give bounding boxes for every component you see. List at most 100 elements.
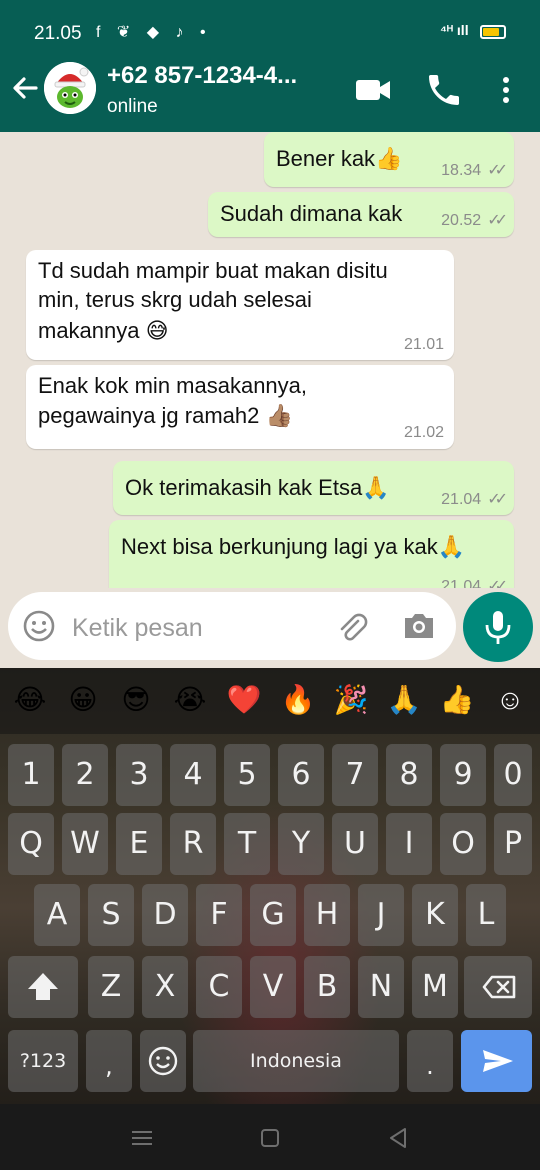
home-icon[interactable]	[256, 1124, 284, 1152]
compose-bar: Ketik pesan	[0, 588, 540, 668]
message-line: Enak kok min masakannya,	[38, 373, 308, 398]
message-bubble-incoming[interactable]: Td sudah mampir buat makan disitu min, t…	[26, 250, 454, 360]
mic-button[interactable]	[463, 592, 533, 662]
space-key[interactable]: Indonesia	[193, 1030, 399, 1092]
message-text: Ok terimakasih kak Etsa🙏	[125, 475, 390, 500]
message-input[interactable]: Ketik pesan	[8, 592, 456, 660]
key-1[interactable]: 1	[8, 744, 54, 806]
emoji-suggestion[interactable]: 😭	[172, 682, 208, 718]
video-call-icon[interactable]	[354, 70, 394, 110]
camera-icon[interactable]	[401, 610, 437, 642]
key-u[interactable]: U	[332, 813, 378, 875]
backspace-key[interactable]	[464, 956, 532, 1018]
key-9[interactable]: 9	[440, 744, 486, 806]
keyboard: 😂 😀 😎 😭 ❤️ 🔥 🎉 🙏 👍 ☺ 1 2 3 4 5 6 7 8 9 0…	[0, 668, 540, 1104]
key-7[interactable]: 7	[332, 744, 378, 806]
message-bubble-outgoing[interactable]: Sudah dimana kak 20.52 ✓✓	[208, 192, 514, 237]
emoji-suggestion[interactable]: 😀	[65, 682, 101, 718]
key-z[interactable]: Z	[88, 956, 134, 1018]
key-5[interactable]: 5	[224, 744, 270, 806]
emoji-suggestion-bar: 😂 😀 😎 😭 ❤️ 🔥 🎉 🙏 👍 ☺	[0, 668, 540, 734]
paperclip-icon[interactable]	[334, 609, 370, 645]
comma-key[interactable]: ,	[86, 1030, 132, 1092]
emoji-suggestion[interactable]: 🔥	[280, 682, 316, 718]
message-time: 21.02	[403, 424, 444, 441]
shift-key[interactable]	[8, 956, 78, 1018]
emoji-suggestion[interactable]: 😂	[12, 682, 48, 718]
emoji-suggestion[interactable]: ☺	[492, 682, 528, 718]
symbols-key[interactable]: ?123	[8, 1030, 78, 1092]
key-k[interactable]: K	[412, 884, 458, 946]
key-t[interactable]: T	[224, 813, 270, 875]
key-v[interactable]: V	[250, 956, 296, 1018]
key-b[interactable]: B	[304, 956, 350, 1018]
key-h[interactable]: H	[304, 884, 350, 946]
send-key[interactable]	[461, 1030, 532, 1092]
status-bar: 21.05 f ❦ ◆ ♪ • ⁴ᴴ ıll	[0, 0, 540, 48]
key-f[interactable]: F	[196, 884, 242, 946]
key-w[interactable]: W	[62, 813, 108, 875]
contact-status: online	[107, 96, 158, 117]
key-y[interactable]: Y	[278, 813, 324, 875]
key-x[interactable]: X	[142, 956, 188, 1018]
emoji-suggestion[interactable]: 👍	[439, 682, 475, 718]
key-p[interactable]: P	[494, 813, 532, 875]
message-text: Next bisa berkunjung lagi ya kak🙏	[121, 534, 466, 559]
key-2[interactable]: 2	[62, 744, 108, 806]
message-bubble-outgoing[interactable]: Ok terimakasih kak Etsa🙏 21.04 ✓✓	[113, 461, 514, 515]
key-3[interactable]: 3	[116, 744, 162, 806]
message-line: min, terus skrg udah selesai	[38, 287, 312, 312]
message-line: makannya 😅	[38, 318, 169, 343]
back-icon[interactable]	[384, 1124, 412, 1152]
key-j[interactable]: J	[358, 884, 404, 946]
key-a[interactable]: A	[34, 884, 80, 946]
backspace-icon	[482, 975, 516, 999]
battery-icon	[480, 25, 506, 39]
key-m[interactable]: M	[412, 956, 458, 1018]
emoji-suggestion[interactable]: 🎉	[333, 682, 369, 718]
emoji-icon	[148, 1046, 178, 1076]
key-0[interactable]: 0	[494, 744, 532, 806]
emoji-suggestion[interactable]: ❤️	[226, 682, 262, 718]
signal-icon: ⁴ᴴ ıll	[440, 22, 469, 38]
key-c[interactable]: C	[196, 956, 242, 1018]
key-r[interactable]: R	[170, 813, 216, 875]
key-d[interactable]: D	[142, 884, 188, 946]
emoji-suggestion[interactable]: 😎	[118, 682, 154, 718]
emoji-suggestion[interactable]: 🙏	[386, 682, 422, 718]
key-o[interactable]: O	[440, 813, 486, 875]
message-bubble-outgoing[interactable]: Next bisa berkunjung lagi ya kak🙏 21.04 ✓…	[109, 520, 514, 588]
period-key[interactable]: .	[407, 1030, 453, 1092]
status-time: 21.05	[34, 23, 82, 44]
menu-icon[interactable]	[128, 1124, 156, 1152]
key-s[interactable]: S	[88, 884, 134, 946]
emoji-key[interactable]	[140, 1030, 186, 1092]
shift-icon	[28, 973, 58, 1000]
message-time: 18.34	[441, 162, 482, 179]
message-bubble-incoming[interactable]: Enak kok min masakannya, pegawainya jg r…	[26, 365, 454, 449]
message-bubble-outgoing[interactable]: Bener kak👍 18.34 ✓✓	[264, 132, 514, 187]
read-ticks-icon: ✓✓	[487, 212, 508, 229]
arrow-left-icon[interactable]	[10, 68, 40, 108]
key-e[interactable]: E	[116, 813, 162, 875]
key-4[interactable]: 4	[170, 744, 216, 806]
avatar[interactable]	[44, 62, 96, 114]
key-8[interactable]: 8	[386, 744, 432, 806]
key-6[interactable]: 6	[278, 744, 324, 806]
emoji-icon[interactable]	[22, 609, 56, 643]
message-line: pegawainya jg ramah2 👍🏽	[38, 403, 293, 428]
key-g[interactable]: G	[250, 884, 296, 946]
read-ticks-icon: ✓✓	[487, 162, 508, 179]
chat-area[interactable]: Bener kak👍 18.34 ✓✓ Sudah dimana kak 20.5…	[0, 132, 540, 588]
key-q[interactable]: Q	[8, 813, 54, 875]
more-vert-icon[interactable]	[488, 70, 524, 110]
mic-icon	[485, 611, 511, 644]
contact-name[interactable]: +62 857-1234-4...	[107, 62, 297, 90]
key-i[interactable]: I	[386, 813, 432, 875]
key-l[interactable]: L	[466, 884, 506, 946]
message-text: Sudah dimana kak	[220, 201, 403, 226]
message-placeholder: Ketik pesan	[72, 614, 203, 642]
key-n[interactable]: N	[358, 956, 404, 1018]
phone-icon[interactable]	[424, 70, 464, 110]
chat-header: +62 857-1234-4... online	[0, 48, 540, 132]
